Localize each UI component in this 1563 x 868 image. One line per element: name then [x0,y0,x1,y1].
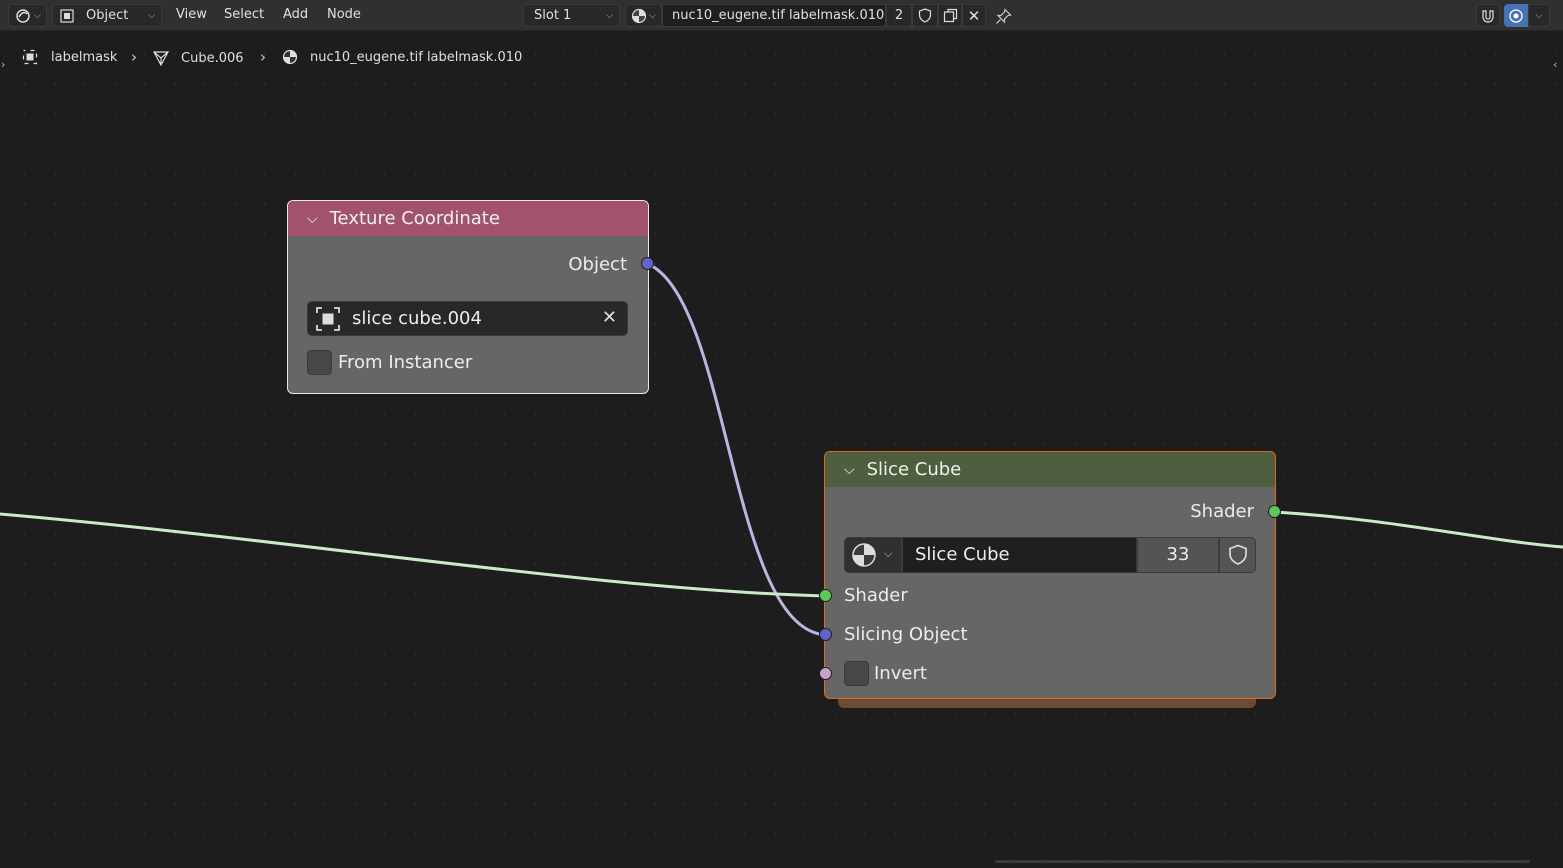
overlay-toggle-button[interactable] [1504,4,1528,27]
fake-user-button[interactable] [1219,537,1256,573]
node-title: Slice Cube [866,459,962,480]
mode-label: Object [86,8,129,23]
user-count: 2 [894,8,904,23]
chevron-down-icon: ⌵ [649,10,656,21]
texture-coordinate-node[interactable]: ⌵ Texture Coordinate Object slice cube.0… [287,200,649,394]
chevron-down-icon: ⌵ [606,10,613,21]
invert-checkbox[interactable] [844,661,869,686]
collapse-chevron-icon[interactable]: ⌵ [844,462,855,478]
object-icon [22,49,38,65]
duplicate-material-button[interactable] [938,4,962,27]
menu-node[interactable]: Node [327,7,361,22]
menu-select[interactable]: Select [224,7,264,22]
magnet-icon [1482,9,1494,23]
mode-dropdown[interactable]: Object ⌵ [52,4,162,27]
node-tree-icon [852,543,876,567]
menu-view[interactable]: View [176,7,207,22]
sidebar-expand-icon[interactable]: ‹ [1553,58,1557,71]
overlay-icon [1509,8,1523,23]
menu-add[interactable]: Add [283,7,308,22]
node-header[interactable]: ⌵ Texture Coordinate [288,201,648,236]
unlink-material-button[interactable]: ✕ [962,4,986,27]
output-socket-object[interactable] [641,257,654,270]
clear-icon[interactable]: ✕ [602,307,617,328]
breadcrumb-label: nuc10_eugene.tif labelmask.010 [310,49,523,65]
group-name-field[interactable]: Slice Cube [902,537,1137,573]
chevron-down-icon: ⌵ [1535,10,1543,21]
group-users: 33 [1166,544,1190,565]
checkbox-label: From Instancer [338,352,473,373]
toolbar-expand-icon[interactable]: › [1,58,5,71]
pin-icon [995,7,1012,24]
chevron-down-icon: ⌵ [884,547,893,560]
link-outgoing-shader [1274,510,1563,549]
overlay-dropdown[interactable]: ⌵ [1528,4,1550,27]
shield-icon [918,8,932,23]
group-browse-button[interactable]: ⌵ [844,537,902,573]
link-incoming-shader [0,512,827,598]
slice-cube-node[interactable]: ⌵ Slice Cube Shader ⌵ Slice Cube 33 Shad… [824,451,1276,699]
editor-type-button[interactable]: ⌵ [8,4,47,27]
input-socket-shader[interactable] [819,589,832,602]
user-count-button[interactable]: 2 [886,4,912,27]
chevron-right-icon: › [131,48,137,66]
breadcrumb-label: labelmask [51,49,118,65]
node-header[interactable]: ⌵ Slice Cube [825,452,1275,487]
group-users-button[interactable]: 33 [1137,537,1219,573]
breadcrumb-item-material: nuc10_eugene.tif labelmask.010 [282,49,522,65]
material-sphere-icon [282,49,298,65]
output-socket-shader[interactable] [1268,505,1281,518]
chevron-right-icon: › [260,48,266,66]
duplicate-icon [943,8,957,23]
material-name-field[interactable]: nuc10_eugene.tif labelmask.010 [662,4,886,27]
breadcrumb-item-mesh: Cube.006 [152,49,244,67]
input-label-slicing-object: Slicing Object [844,624,968,645]
material-browse-button[interactable]: ⌵ [625,4,662,27]
input-socket-slicing-object[interactable] [819,628,832,641]
material-name: nuc10_eugene.tif labelmask.010 [672,8,885,23]
horizontal-scrollbar[interactable] [995,860,1530,863]
object-icon [316,307,340,331]
output-label-shader: Shader [1190,501,1254,522]
object-field-value: slice cube.004 [352,308,482,329]
group-name: Slice Cube [915,544,1010,565]
fake-user-button[interactable] [912,4,938,27]
collapse-chevron-icon[interactable]: ⌵ [307,211,318,227]
link-texture-object-to-slicing-object [647,262,827,637]
object-selector-field[interactable]: slice cube.004 ✕ [307,301,628,336]
shield-icon [1229,544,1247,565]
material-sphere-icon [631,8,647,23]
editor-header: ⌵ Object ⌵ View Select Add Node Slot 1 ⌵… [0,0,1563,31]
chevron-down-icon: ⌵ [148,10,155,21]
input-label-shader: Shader [844,585,908,606]
node-editor-icon [16,8,30,23]
snap-toggle-button[interactable] [1476,4,1500,27]
chevron-down-icon: ⌵ [34,10,41,21]
input-socket-invert[interactable] [819,667,832,680]
node-title: Texture Coordinate [329,208,500,229]
pin-button[interactable] [992,5,1014,27]
mesh-icon [152,51,170,67]
node-links [0,262,1563,637]
slot-dropdown[interactable]: Slot 1 ⌵ [523,4,620,27]
from-instancer-checkbox[interactable] [307,350,332,375]
object-icon [60,8,74,23]
output-label-object: Object [568,254,627,275]
close-icon: ✕ [967,6,981,25]
input-label-invert: Invert [874,663,927,684]
slot-label: Slot 1 [534,8,572,23]
breadcrumb-item-object: labelmask [22,49,117,65]
breadcrumb-label: Cube.006 [181,50,244,66]
